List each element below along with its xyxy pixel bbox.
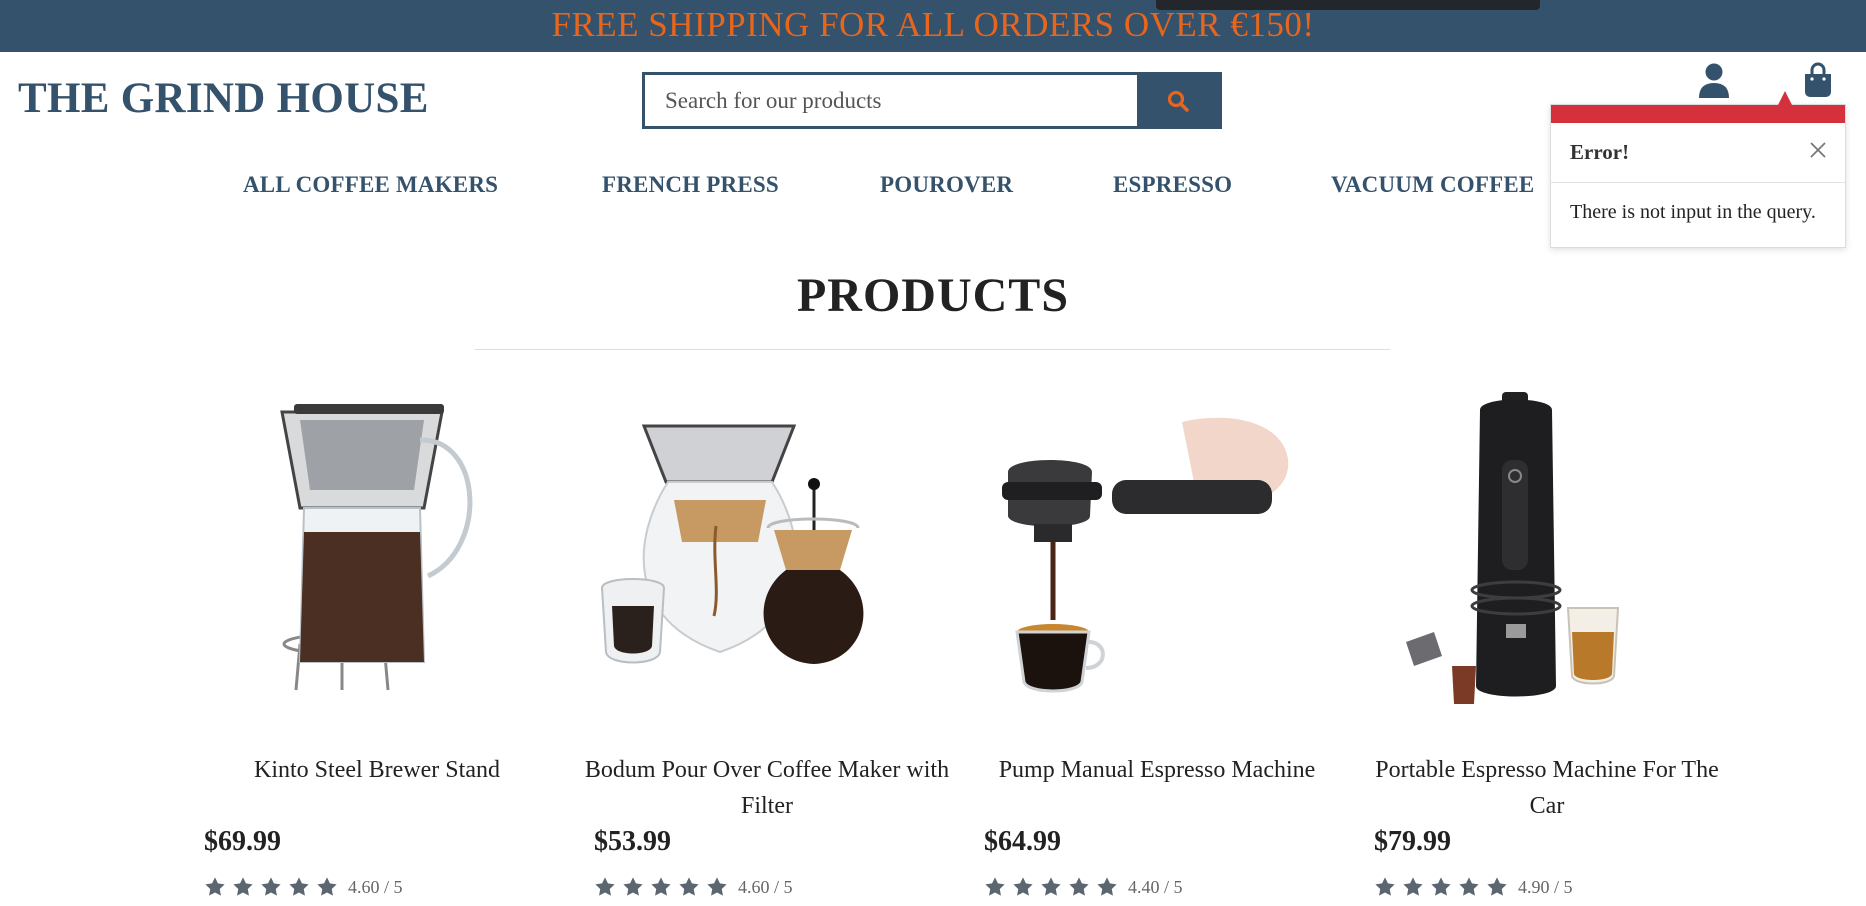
nav-item-french-press[interactable]: FRENCH PRESS — [602, 172, 779, 198]
pour-over-brewer-image[interactable] — [192, 370, 562, 720]
star-icon — [623, 877, 643, 896]
toast-arrow — [1778, 91, 1792, 105]
star-icon — [1459, 877, 1479, 896]
search-button[interactable] — [1137, 75, 1219, 126]
star-icon — [1069, 877, 1089, 896]
star-icon — [679, 877, 699, 896]
star-icon — [1375, 877, 1395, 896]
portable-espresso-image[interactable] — [1362, 370, 1732, 720]
star-icon — [1041, 877, 1061, 896]
star-icon — [233, 877, 253, 896]
product-name[interactable]: Bodum Pour Over Coffee Maker with Filter — [582, 752, 952, 824]
pour-over-set-image[interactable] — [582, 370, 952, 720]
product-price: $64.99 — [984, 826, 1061, 857]
star-icon — [205, 877, 225, 896]
star-icon — [1403, 877, 1423, 896]
star-icon — [1431, 877, 1451, 896]
close-icon[interactable] — [1807, 139, 1829, 161]
error-toast: Error! There is not input in the query. — [1550, 91, 1846, 248]
star-icon — [289, 877, 309, 896]
page-title: PRODUCTS — [796, 269, 1070, 322]
nav-item-pourover[interactable]: POUROVER — [880, 172, 1013, 198]
product-name[interactable]: Pump Manual Espresso Machine — [972, 752, 1342, 788]
product-rating: 4.90 / 5 — [1374, 875, 1573, 899]
user-icon[interactable] — [1697, 62, 1731, 98]
rating-value: 4.40 / 5 — [1128, 876, 1183, 897]
star-icon — [595, 877, 615, 896]
nav-item-espresso[interactable]: ESPRESSO — [1113, 172, 1232, 198]
rating-value: 4.60 / 5 — [738, 876, 793, 897]
search-input[interactable] — [645, 75, 1137, 126]
star-icon — [317, 877, 337, 896]
shopping-bag-icon[interactable] — [1803, 62, 1833, 98]
shipping-banner: FREE SHIPPING FOR ALL ORDERS OVER €150! — [0, 0, 1866, 52]
product-rating: 4.60 / 5 — [204, 875, 403, 899]
product-name[interactable]: Kinto Steel Brewer Stand — [192, 752, 562, 788]
nav-item-all-coffee-makers[interactable]: ALL COFFEE MAKERS — [243, 172, 498, 198]
heading-divider — [475, 349, 1390, 350]
search-icon — [1167, 90, 1189, 112]
search-form — [642, 72, 1222, 129]
banner-overlay-shadow — [1156, 0, 1540, 10]
product-price: $53.99 — [594, 826, 671, 857]
product-price: $69.99 — [204, 826, 281, 857]
star-icon — [651, 877, 671, 896]
product-rating: 4.60 / 5 — [594, 875, 793, 899]
star-icon — [985, 877, 1005, 896]
product-name[interactable]: Portable Espresso Machine For The Car — [1362, 752, 1732, 824]
site-logo[interactable]: THE GRIND HOUSE — [18, 74, 429, 123]
rating-value: 4.60 / 5 — [348, 876, 403, 897]
manual-espresso-image[interactable] — [972, 370, 1342, 720]
star-icon — [261, 877, 281, 896]
toast-message: There is not input in the query. — [1570, 201, 1816, 223]
nav-item-vacuum-coffee[interactable]: VACUUM COFFEE — [1331, 172, 1534, 198]
toast-error-bar — [1551, 105, 1845, 123]
product-rating: 4.40 / 5 — [984, 875, 1183, 899]
toast-title: Error! — [1570, 140, 1630, 164]
toast-header: Error! — [1551, 123, 1845, 183]
star-icon — [1097, 877, 1117, 896]
product-price: $79.99 — [1374, 826, 1451, 857]
rating-value: 4.90 / 5 — [1518, 876, 1573, 897]
star-icon — [1487, 877, 1507, 896]
star-icon — [1013, 877, 1033, 896]
star-icon — [707, 877, 727, 896]
